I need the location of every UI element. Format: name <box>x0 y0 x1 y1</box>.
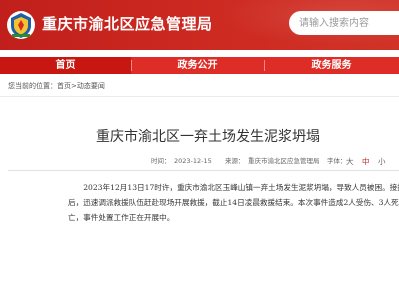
publish-date: 2023-12-15 <box>174 157 212 165</box>
meta-divider <box>8 170 399 171</box>
article-body: 2023年12月13日17时许，重庆市渝北区玉峰山镇一弃土场发生泥浆坍塌，导致人… <box>68 180 399 225</box>
search-input[interactable] <box>289 11 399 35</box>
article-paragraph: 2023年12月13日17时许，重庆市渝北区玉峰山镇一弃土场发生泥浆坍塌，导致人… <box>68 183 399 222</box>
font-size-large-button[interactable]: 大 <box>346 156 354 167</box>
breadcrumb-current-link[interactable]: 动态要闻 <box>77 82 105 90</box>
nav-item-government-services[interactable]: 政务服务 <box>264 57 399 74</box>
article-title: 重庆市渝北区一弃土场发生泥浆坍塌 <box>96 129 320 145</box>
font-size-medium-button[interactable]: 中 <box>362 156 370 167</box>
font-size-label: 字体： <box>327 157 347 165</box>
emergency-management-logo-icon[interactable] <box>6 10 36 40</box>
publish-date-label: 时间： <box>151 157 171 165</box>
source-label: 来源： <box>225 157 245 165</box>
breadcrumb-home-link[interactable]: 首页 <box>57 82 71 90</box>
breadcrumb-divider <box>0 96 399 97</box>
nav-item-government-affairs[interactable]: 政务公开 <box>131 57 264 74</box>
search-box[interactable] <box>289 11 399 35</box>
article-meta: 时间： 2023-12-15 来源： 重庆市渝北区应急管理局 字体： 大 中 小 <box>0 156 399 167</box>
nav-item-home[interactable]: 首页 <box>0 57 131 74</box>
font-size-small-button[interactable]: 小 <box>378 156 386 167</box>
site-header: 重庆市渝北区应急管理局 <box>0 0 399 50</box>
breadcrumb: 您当前的位置：首页>动态要闻 <box>8 80 105 92</box>
breadcrumb-prefix: 您当前的位置： <box>8 82 57 90</box>
source-value: 重庆市渝北区应急管理局 <box>248 157 320 165</box>
main-nav: 首页 政务公开 政务服务 <box>0 56 399 74</box>
site-title[interactable]: 重庆市渝北区应急管理局 <box>42 13 213 34</box>
